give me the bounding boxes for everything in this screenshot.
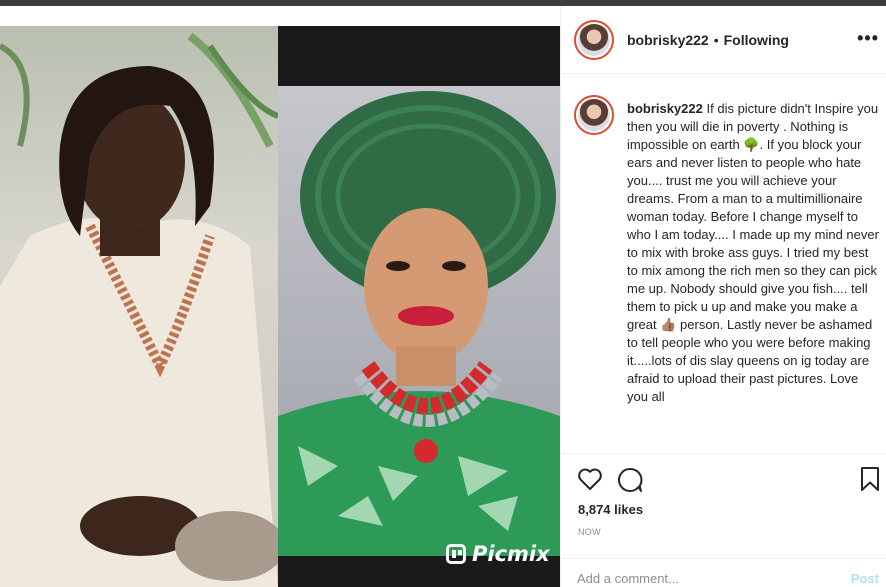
picmix-watermark: Picmix (446, 542, 550, 566)
header-separator: • (713, 31, 719, 48)
more-horizontal-icon[interactable]: ••• (857, 28, 879, 49)
post-side-panel: bobrisky222 • Following ••• bobrisky222 … (560, 6, 886, 587)
after-photo (278, 26, 560, 587)
before-photo-illustration (0, 32, 278, 587)
picmix-logo-icon (446, 544, 466, 564)
caption-text: If dis picture didn't Inspire you then y… (627, 101, 879, 404)
avatar-image (578, 23, 610, 56)
following-button[interactable]: Following (724, 32, 789, 48)
post-header: bobrisky222 • Following ••• (561, 6, 886, 74)
post-comment-button[interactable]: Post (851, 571, 879, 586)
header-avatar[interactable] (574, 19, 614, 60)
bookmark-icon[interactable] (859, 466, 881, 492)
before-photo (0, 26, 278, 587)
likes-count[interactable]: 8,874 likes (578, 502, 643, 517)
comment-icon[interactable] (617, 467, 643, 493)
post-image[interactable]: Picmix (0, 6, 560, 587)
comment-input[interactable] (577, 571, 827, 586)
after-photo-illustration (278, 91, 560, 556)
caption-username[interactable]: bobrisky222 (627, 101, 703, 116)
like-heart-icon[interactable] (577, 467, 603, 491)
comment-bar: Post (561, 558, 886, 587)
avatar-image (578, 99, 610, 131)
caption-avatar[interactable] (574, 95, 614, 135)
caption-section: bobrisky222 If dis picture didn't Inspir… (561, 74, 886, 452)
header-username[interactable]: bobrisky222 (627, 32, 709, 48)
picmix-watermark-text: Picmix (472, 542, 550, 566)
post-caption: bobrisky222 If dis picture didn't Inspir… (627, 100, 879, 406)
post-actions: 8,874 likes NOW Post (561, 453, 886, 587)
post-timestamp: NOW (578, 527, 601, 537)
